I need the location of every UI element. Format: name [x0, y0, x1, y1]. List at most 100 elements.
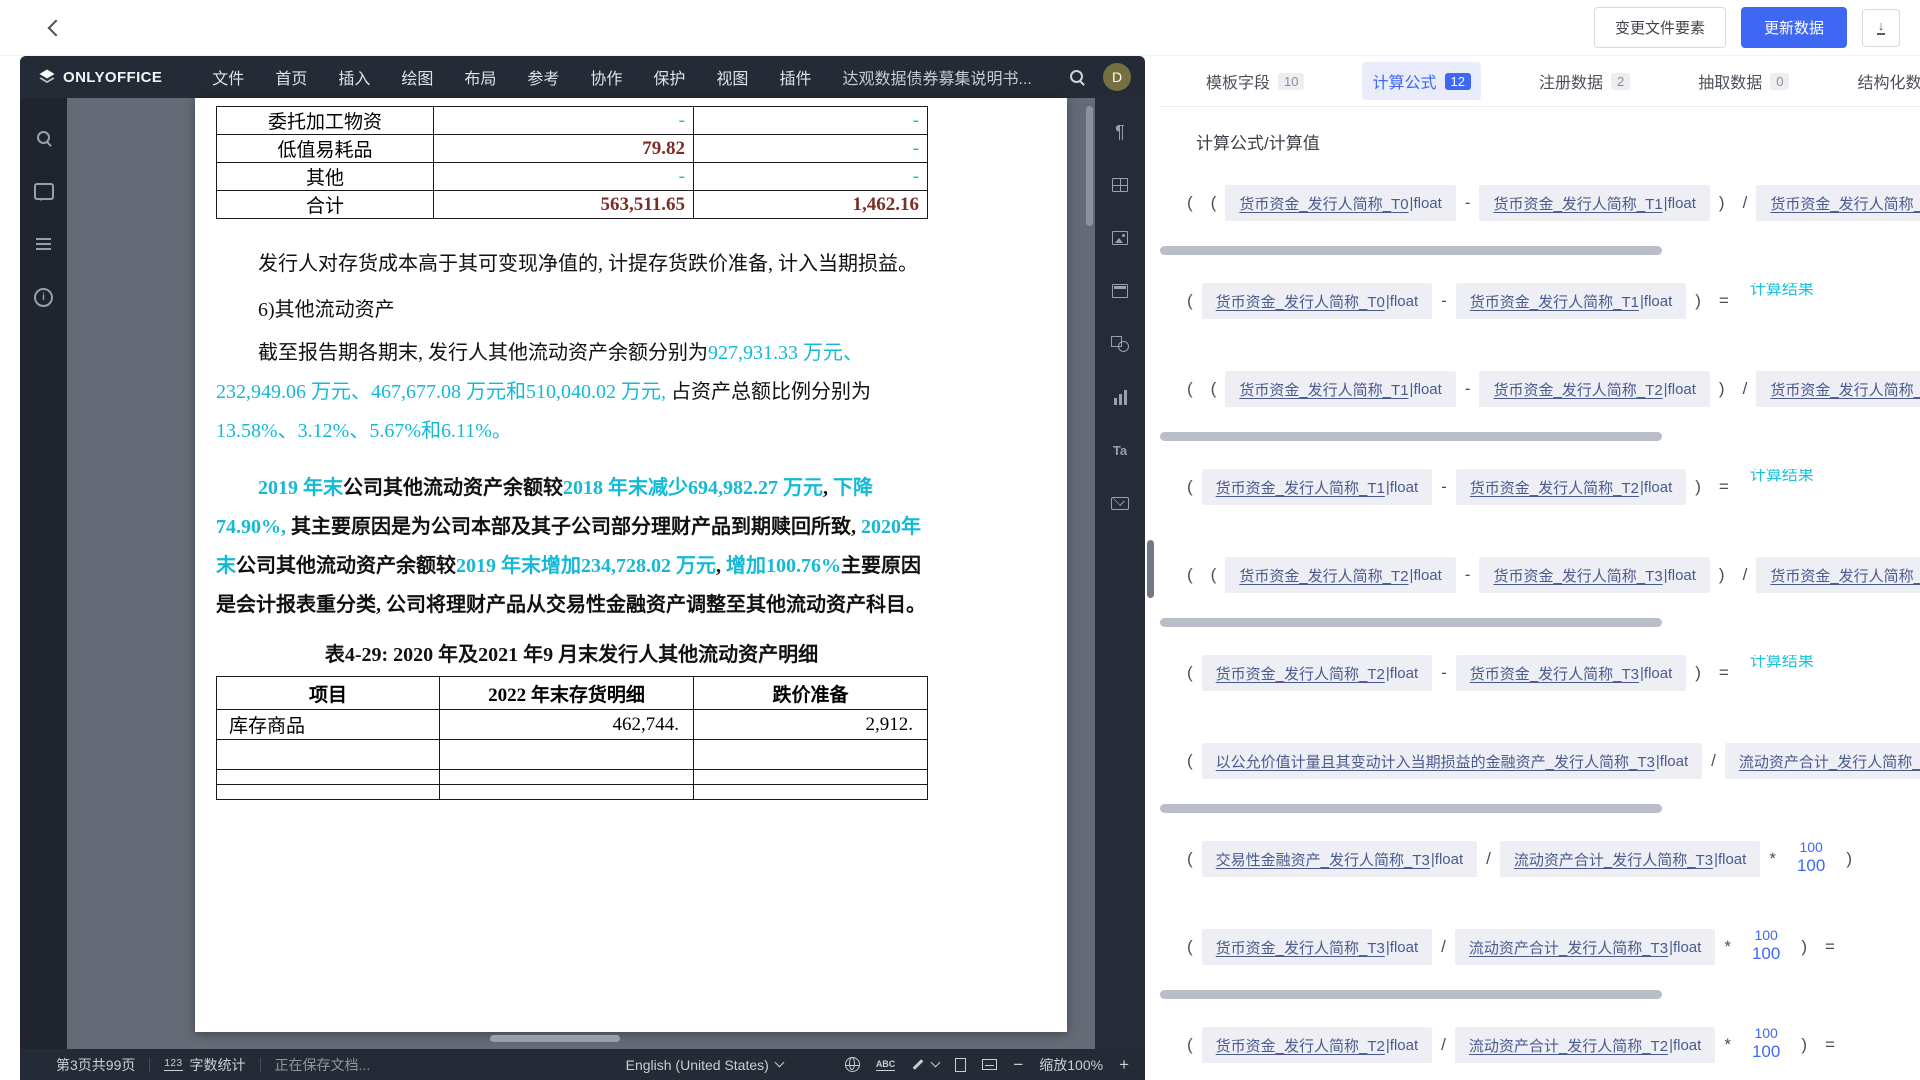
user-avatar[interactable]: D: [1103, 63, 1131, 91]
image-settings-button[interactable]: [1110, 228, 1130, 248]
track-changes-button[interactable]: [911, 1058, 939, 1072]
field-name: 货币资金_发行人简称_T2: [1216, 1035, 1385, 1056]
spellcheck-icon[interactable]: ABC: [876, 1059, 896, 1071]
formula-result[interactable]: 计算结果: [1750, 283, 1814, 299]
topbar-actions: 变更文件要素 更新数据 ↓: [1594, 7, 1920, 48]
formula-field-chip[interactable]: 货币资金_发行人简称_T1|float: [1456, 283, 1686, 319]
panel-tab-1[interactable]: 计算公式12: [1362, 62, 1480, 100]
panel-tab-0[interactable]: 模板字段10: [1196, 62, 1314, 100]
menu-item[interactable]: 插入: [338, 65, 370, 89]
formula-row: (货币资金_发行人简称_T2|float-货币资金_发行人简称_T3|float…: [1185, 655, 1920, 691]
zoom-in-button[interactable]: +: [1119, 1056, 1129, 1073]
formula-operator: (: [1187, 193, 1193, 213]
onlyoffice-logo-icon: [38, 68, 56, 86]
formula-result[interactable]: 计算结果: [1750, 469, 1814, 485]
menu-item[interactable]: 插件: [779, 65, 811, 89]
formula-operator: ): [1695, 663, 1701, 683]
formula-field-chip[interactable]: 以公允价值计量且其变动计入当期损益的金融资产_发行人简称_T3|float: [1202, 743, 1702, 779]
tab-label: 计算公式: [1372, 69, 1436, 93]
language-label: English (United States): [626, 1057, 769, 1073]
formula-field-chip[interactable]: 交易性金融资产_发行人简称_T3|float: [1202, 841, 1477, 877]
sidebar-navigation-button[interactable]: [34, 234, 54, 254]
menu-item[interactable]: 文件: [212, 65, 244, 89]
formula-field-chip[interactable]: 货币资金_发行人简称_T2|float: [1202, 1027, 1432, 1063]
header-footer-icon: [1112, 284, 1128, 298]
panel-tab-2[interactable]: 注册数据2: [1529, 62, 1640, 100]
back-button[interactable]: [44, 16, 68, 40]
formula-field-chip[interactable]: 流动资产合计_发行人简称_T3|float: [1500, 841, 1760, 877]
formula-field-chip[interactable]: 流动资产合计_发行人简称_T3|float: [1725, 743, 1920, 779]
tab-label: 注册数据: [1539, 69, 1603, 93]
field-type: |float: [1386, 293, 1418, 310]
language-selector[interactable]: English (United States): [626, 1057, 783, 1073]
formula-row: (货币资金_发行人简称_T1|float-货币资金_发行人简称_T2|float…: [1185, 469, 1920, 505]
formula-field-chip[interactable]: 货币资金_发行人简称_T0|float: [1225, 185, 1455, 221]
field-name: 交易性金融资产_发行人简称_T3: [1216, 849, 1430, 870]
search-icon[interactable]: [1069, 69, 1085, 85]
table-cell: 库存商品: [217, 710, 440, 740]
sidebar-comments-button[interactable]: [34, 181, 54, 201]
menu-item[interactable]: 首页: [275, 65, 307, 89]
menu-item[interactable]: 绘图: [401, 65, 433, 89]
formula-result[interactable]: 计算结果: [1750, 655, 1814, 671]
paragraph-settings-button[interactable]: ¶: [1110, 122, 1130, 142]
table-header-row: 项目2022 年末存货明细跌价准备: [217, 677, 928, 710]
panel-resize-handle[interactable]: [1147, 540, 1154, 598]
mail-merge-button[interactable]: [1110, 493, 1130, 513]
formula-field-chip[interactable]: 货币资金_发行人简称_T3|float: [1756, 557, 1920, 593]
formula-divider: [1160, 990, 1662, 999]
text-segment: 公司其他流动资产余额较: [343, 477, 563, 499]
table-cell: 1,462.16: [694, 191, 928, 219]
sidebar-about-button[interactable]: i: [34, 287, 54, 307]
menu-item[interactable]: 协作: [590, 65, 622, 89]
formula-field-chip[interactable]: 货币资金_发行人简称_T1|float: [1756, 185, 1920, 221]
formula-field-chip[interactable]: 货币资金_发行人简称_T1|float: [1225, 371, 1455, 407]
formula-field-chip[interactable]: 货币资金_发行人简称_T0|float: [1202, 283, 1432, 319]
formula-field-chip[interactable]: 货币资金_发行人简称_T1|float: [1202, 469, 1432, 505]
document-title-tab[interactable]: 达观数据债券募集说明书...: [842, 65, 1031, 89]
document-language-icon[interactable]: [845, 1057, 860, 1072]
field-type: |float: [1640, 479, 1672, 496]
header-footer-settings-button[interactable]: [1110, 281, 1130, 301]
textart-settings-button[interactable]: Ta: [1110, 440, 1130, 460]
mail-icon: [1111, 497, 1129, 510]
vertical-scrollbar[interactable]: [1086, 106, 1093, 226]
fit-width-icon[interactable]: [982, 1059, 997, 1070]
formula-field-chip[interactable]: 货币资金_发行人简称_T3|float: [1479, 557, 1709, 593]
horizontal-scrollbar[interactable]: [490, 1035, 620, 1042]
change-file-elements-button[interactable]: 变更文件要素: [1594, 7, 1726, 48]
word-count-button[interactable]: 123 字数统计: [164, 1055, 245, 1075]
formula-field-chip[interactable]: 货币资金_发行人简称_T3|float: [1456, 655, 1686, 691]
onlyoffice-editor: ONLYOFFICE 文件首页插入绘图布局参考协作保护视图插件 达观数据债券募集…: [20, 56, 1145, 1080]
formula-row: ((货币资金_发行人简称_T0|float-货币资金_发行人简称_T1|floa…: [1185, 185, 1920, 221]
formula-field-chip[interactable]: 货币资金_发行人简称_T2|float: [1202, 655, 1432, 691]
document-page[interactable]: 委托加工物资--低值易耗品79.82-其他--合计563,511.651,462…: [195, 98, 1067, 1032]
update-data-button[interactable]: 更新数据: [1741, 7, 1847, 48]
menu-item[interactable]: 保护: [653, 65, 685, 89]
zoom-out-button[interactable]: −: [1013, 1056, 1023, 1073]
panel-tab-3[interactable]: 抽取数据0: [1688, 62, 1799, 100]
formula-operator: /: [1711, 751, 1716, 771]
menu-item[interactable]: 布局: [464, 65, 496, 89]
formula-field-chip[interactable]: 货币资金_发行人简称_T3|float: [1202, 929, 1432, 965]
zoom-level[interactable]: 缩放100%: [1039, 1055, 1103, 1075]
menu-item[interactable]: 视图: [716, 65, 748, 89]
chart-settings-button[interactable]: [1110, 387, 1130, 407]
formula-field-chip[interactable]: 货币资金_发行人简称_T2|float: [1225, 557, 1455, 593]
table-settings-button[interactable]: [1110, 175, 1130, 195]
formula-field-chip[interactable]: 货币资金_发行人简称_T2|float: [1479, 371, 1709, 407]
formula-field-chip[interactable]: 货币资金_发行人简称_T1|float: [1479, 185, 1709, 221]
fit-page-icon[interactable]: [955, 1058, 966, 1072]
formula-field-chip[interactable]: 流动资产合计_发行人简称_T3|float: [1455, 929, 1715, 965]
table-row: [217, 785, 928, 800]
shape-settings-button[interactable]: [1110, 334, 1130, 354]
download-button[interactable]: ↓: [1862, 9, 1900, 47]
menu-item[interactable]: 参考: [527, 65, 559, 89]
formula-field-chip[interactable]: 流动资产合计_发行人简称_T2|float: [1455, 1027, 1715, 1063]
formula-field-chip[interactable]: 货币资金_发行人简称_T2|float: [1756, 371, 1920, 407]
page-indicator[interactable]: 第3页共99页: [56, 1055, 135, 1075]
sidebar-search-button[interactable]: [34, 128, 54, 148]
panel-tab-4[interactable]: 结构化数据0: [1847, 62, 1920, 100]
table-cell: 79.82: [434, 135, 694, 163]
formula-field-chip[interactable]: 货币资金_发行人简称_T2|float: [1456, 469, 1686, 505]
